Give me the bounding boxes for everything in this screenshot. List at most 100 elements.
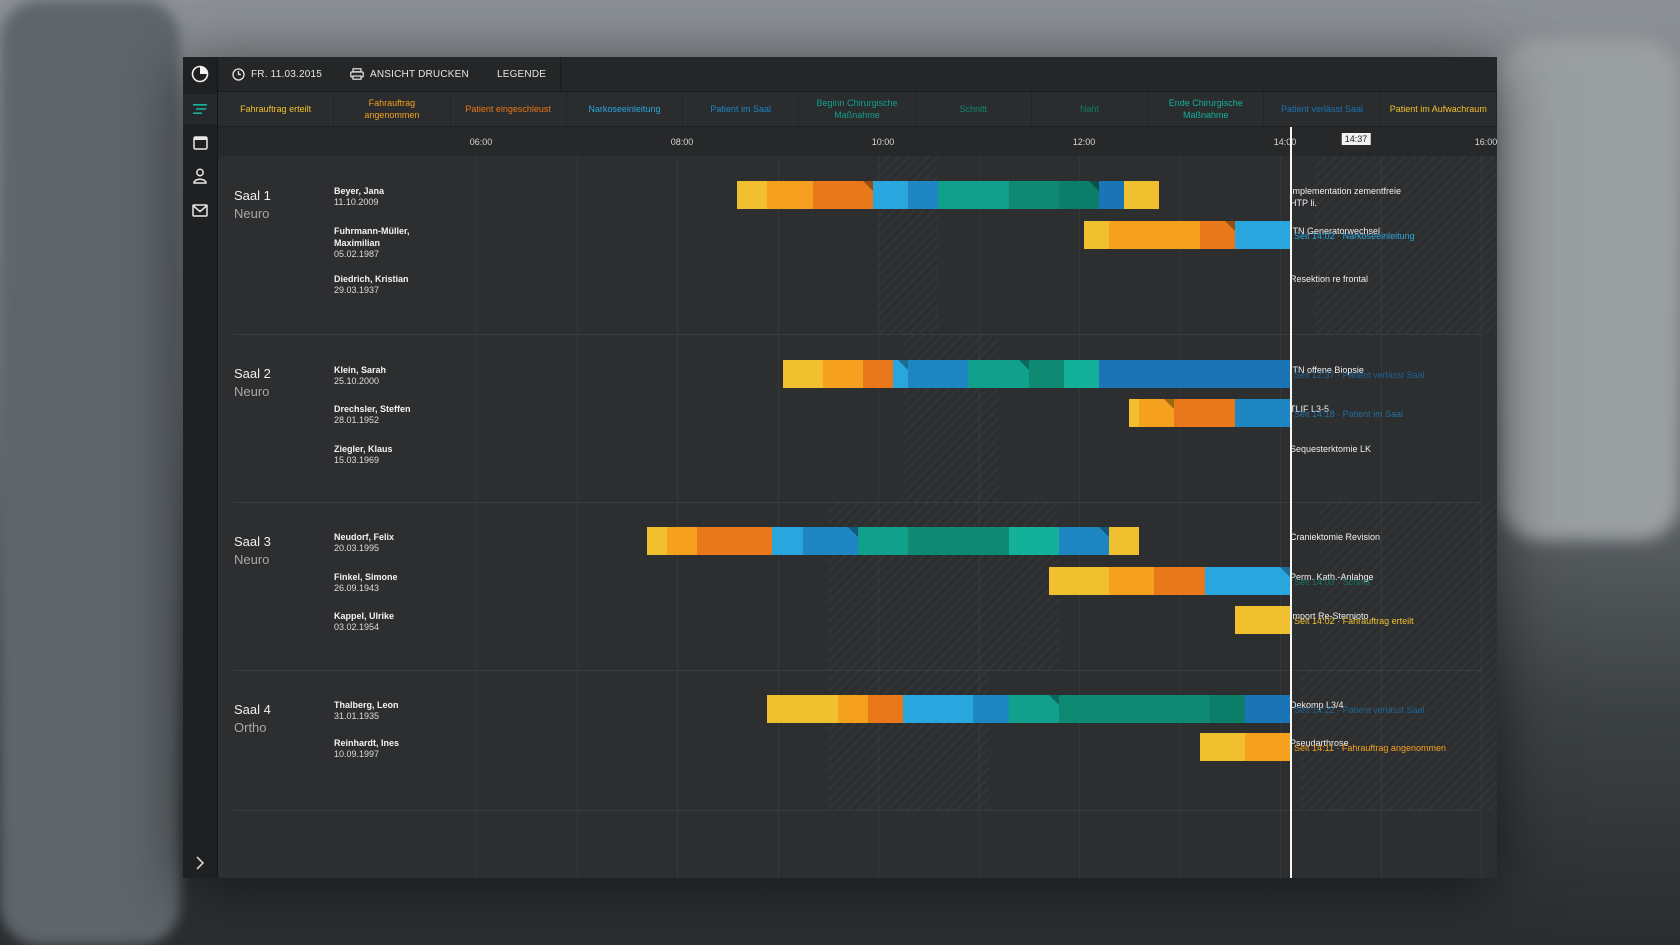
room-name[interactable]: Saal 2 <box>234 366 271 381</box>
patient-name[interactable]: Thalberg, Leon <box>334 699 424 711</box>
bar-notch <box>1099 527 1110 537</box>
gantt-bar[interactable] <box>1084 221 1291 249</box>
legend-button[interactable]: LEGENDE <box>483 57 562 91</box>
bar-segment-narkose <box>893 360 909 388</box>
gantt-bar[interactable] <box>1199 733 1291 761</box>
bar-segment-schnitt <box>1028 360 1064 388</box>
patient-dob: 31.01.1935 <box>334 711 380 721</box>
bar-segment-fahrauftrag <box>737 181 768 209</box>
axis-tick: 08:00 <box>670 137 694 147</box>
room-name[interactable]: Saal 1 <box>234 188 271 203</box>
procedure: Sequesterktomie LK <box>1290 444 1372 454</box>
bar-segment-imsaal <box>908 360 969 388</box>
bar-segment-eingeschleust <box>1199 221 1235 249</box>
patient-name[interactable]: Kappel, Ulrike <box>334 610 424 622</box>
legend-item[interactable]: Patient verlässt Saal <box>1264 92 1381 126</box>
patient-name[interactable]: Klein, Sarah <box>334 364 424 376</box>
bar-segment-aufwach <box>1124 181 1160 209</box>
gantt-bar[interactable] <box>737 181 1160 209</box>
bar-segment-imsaal <box>973 695 1009 723</box>
patient-name[interactable]: Beyer, Jana <box>334 185 424 197</box>
mail-icon[interactable] <box>183 195 217 225</box>
bar-segment-fahrauftrag <box>1084 221 1110 249</box>
bar-segment-angenommen <box>1139 399 1175 427</box>
legend-item[interactable]: Narkoseeinleitung <box>567 92 684 126</box>
room-name[interactable]: Saal 3 <box>234 534 271 549</box>
bar-segment-narkose <box>1234 221 1291 249</box>
bar-segment-narkose <box>772 527 803 555</box>
gantt-bar[interactable] <box>1048 567 1291 595</box>
bar-segment-imsaal <box>1058 527 1110 555</box>
app-window: FR. 11.03.2015 ANSICHT DRUCKEN LEGENDE F… <box>183 57 1497 878</box>
bar-notch <box>1164 399 1175 409</box>
legend-item[interactable]: Fahrauftrag angenommen <box>334 92 451 126</box>
date-label: FR. 11.03.2015 <box>251 68 322 80</box>
procedure: Implementation zementfreie HTP li. <box>1290 186 1402 208</box>
print-label: ANSICHT DRUCKEN <box>370 68 469 80</box>
bar-segment-angenommen <box>1109 567 1155 595</box>
patient-name[interactable]: Diedrich, Kristian <box>334 273 424 285</box>
gantt-bar[interactable] <box>1234 606 1291 634</box>
hatched-zone <box>827 670 989 810</box>
legend-item[interactable]: Schnitt <box>916 92 1032 126</box>
legend-item[interactable]: Naht <box>1032 92 1149 126</box>
patient-dob: 28.01.1952 <box>334 415 380 425</box>
background-right <box>1500 40 1680 540</box>
patient-name[interactable]: Fuhrmann-Müller, Maximilian <box>334 225 424 249</box>
bar-notch <box>1224 221 1235 231</box>
legend-label: LEGENDE <box>496 68 547 80</box>
legend-item[interactable]: Patient eingeschleust <box>451 92 567 126</box>
room-dept: Neuro <box>234 552 270 567</box>
bar-segment-fahrauftrag <box>1234 606 1291 634</box>
patient-dob: 11.10.2009 <box>334 197 379 207</box>
bar-notch <box>862 181 873 191</box>
patient-name[interactable]: Neudorf, Felix <box>334 531 424 543</box>
bar-segment-schnitt <box>1008 181 1059 209</box>
axis-tick: 12:00 <box>1072 137 1096 147</box>
legend-item-label: Patient eingeschleust <box>465 104 551 114</box>
gantt-bar[interactable] <box>646 527 1140 555</box>
bar-segment-fahrauftrag <box>1048 567 1110 595</box>
chevron-right-icon[interactable] <box>183 848 217 878</box>
gantt-bar[interactable] <box>767 695 1290 723</box>
hour-gridline <box>777 156 779 878</box>
date-button[interactable]: FR. 11.03.2015 <box>218 57 336 91</box>
bar-notch <box>1089 181 1100 191</box>
bar-notch <box>1280 567 1291 577</box>
timeline-icon[interactable] <box>183 94 217 124</box>
status-text: Seit 12:37 · Patient verlässt Saal <box>1294 370 1425 380</box>
patient-name[interactable]: Finkel, Simone <box>334 571 424 583</box>
legend-item[interactable]: Patient im Saal <box>683 92 800 126</box>
bar-segment-ende <box>1063 360 1100 388</box>
patient-name[interactable]: Reinhardt, Ines <box>334 737 424 749</box>
patient-name[interactable]: Ziegler, Klaus <box>334 443 424 455</box>
bar-segment-narkose <box>903 695 974 723</box>
user-icon[interactable] <box>183 161 217 191</box>
bar-segment-narkose <box>1204 567 1291 595</box>
legend-item[interactable]: Beginn Chirurgische Maßnahme <box>799 92 916 126</box>
gantt-bar[interactable] <box>782 360 1290 388</box>
gantt-bar[interactable] <box>1129 399 1291 427</box>
axis-tick: 06:00 <box>469 137 493 147</box>
patient-dob: 03.02.1954 <box>334 622 380 632</box>
bar-segment-angenommen <box>1244 733 1291 761</box>
legend-item[interactable]: Ende Chirurgische Maßnahme <box>1148 92 1265 126</box>
print-button[interactable]: ANSICHT DRUCKEN <box>336 57 483 91</box>
now-line <box>1290 127 1293 878</box>
axis-tick: 10:00 <box>871 137 895 147</box>
time-axis: 06:0008:0010:0012:0014:0016:0018:0020:00… <box>218 127 1497 156</box>
sidebar <box>183 57 218 878</box>
bar-segment-eingeschleust <box>697 527 773 555</box>
patient-name[interactable]: Drechsler, Steffen <box>334 403 424 415</box>
calendar-icon[interactable] <box>183 127 217 157</box>
bar-segment-imsaal <box>802 527 858 555</box>
room-separator <box>234 334 1481 335</box>
legend-item[interactable]: Fahrauftrag erteilt <box>218 92 335 126</box>
legend-item[interactable]: Patient im Aufwachraum <box>1381 92 1497 126</box>
bar-segment-fahrauftrag <box>782 360 823 388</box>
legend-item-label: Patient im Saal <box>710 104 771 114</box>
bar-segment-eingeschleust <box>1154 567 1205 595</box>
logo-icon[interactable] <box>183 59 217 89</box>
room-name[interactable]: Saal 4 <box>234 702 271 717</box>
bar-segment-fahrauftrag <box>1129 399 1140 427</box>
